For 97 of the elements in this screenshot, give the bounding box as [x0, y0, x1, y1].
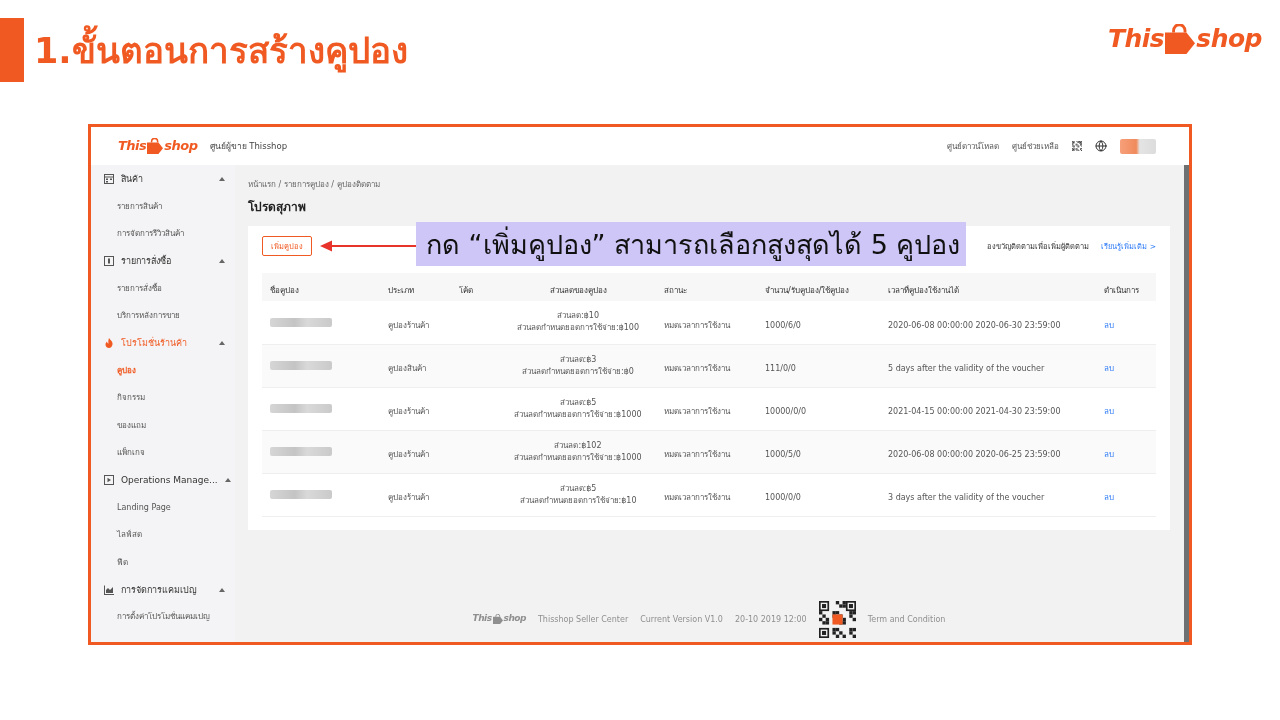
quantity-text: 10000/0/0: [765, 407, 807, 416]
footer-text: 20-10 2019 12:00: [734, 614, 807, 624]
sidebar-item[interactable]: ไลฟ์สด: [117, 528, 142, 542]
blurred-name: [270, 490, 332, 499]
coupon-type: คูปองร้านค้า: [388, 407, 429, 416]
scrollbar[interactable]: [1184, 165, 1189, 642]
validity-period: 2021-04-15 00:00:00 2021-04-30 23:59:00: [888, 407, 1061, 416]
chart-icon: [104, 584, 114, 595]
column-header: ประเภท: [388, 285, 414, 295]
coupon-type: คูปองร้านค้า: [388, 493, 429, 502]
header-link[interactable]: ศูนย์ดาวน์โหลด: [947, 139, 999, 153]
header-link[interactable]: ศูนย์ช่วยเหลือ: [1012, 139, 1059, 153]
blurred-name: [270, 317, 332, 327]
column-header: สถานะ: [664, 285, 687, 295]
status-text: หมดเวลาการใช้งาน: [664, 320, 730, 330]
callout-banner: กด “เพิ่มคูปอง” สามารถเลือกสูงสุดได้ 5 คูปอง: [416, 222, 966, 266]
minimum-spend: ส่วนลดกำหนดยอดการใช้จ่าย:฿0: [521, 365, 635, 378]
caret-up-icon[interactable]: [219, 587, 225, 592]
footer-text: Current Version V1.0: [640, 614, 723, 624]
blurred-name: [270, 404, 332, 413]
discount-amount: ส่วนลด:฿3: [558, 353, 598, 366]
blurred-name: [270, 447, 332, 456]
sidebar-item[interactable]: รายการสินค้า: [117, 199, 162, 213]
sidebar-item[interactable]: แพ็กเกจ: [117, 446, 145, 460]
quantity-text: 1000/0/0: [765, 493, 801, 502]
quantity-text: 111/0/0: [765, 364, 796, 373]
logo-text: This: [1107, 25, 1165, 53]
globe-icon[interactable]: [1095, 140, 1107, 152]
quantity-text: 1000/5/0: [765, 450, 801, 459]
minimum-spend: ส่วนลดกำหนดยอดการใช้จ่าย:฿100: [515, 322, 641, 335]
caret-up-icon[interactable]: [219, 341, 225, 346]
logo-text: This: [472, 614, 492, 624]
play-box-icon: [104, 475, 114, 485]
discount-amount: ส่วนลด:฿10: [556, 310, 600, 323]
coupon-type: คูปองสินค้า: [388, 364, 426, 373]
discount-amount: ส่วนลด:฿102: [553, 439, 603, 452]
caret-up-icon[interactable]: [219, 258, 225, 263]
coupon-type: คูปองร้านค้า: [388, 450, 429, 459]
seller-center-name: ศูนย์ผู้ขาย Thisshop: [209, 140, 288, 153]
column-header: โค้ด: [459, 285, 473, 295]
sidebar-item[interactable]: กิจกรรม: [117, 391, 145, 405]
column-header: จำนวน/รับคูปอง/ใช้คูปอง: [765, 285, 850, 295]
validity-period: 5 days after the validity of the voucher: [888, 364, 1045, 373]
delete-link[interactable]: ลบ: [1104, 320, 1114, 330]
minimum-spend: ส่วนลดกำหนดยอดการใช้จ่าย:฿1000: [513, 408, 643, 421]
discount-amount: ส่วนลด:฿5: [558, 482, 598, 495]
sidebar-section[interactable]: การจัดการแคมเปญ: [121, 582, 197, 597]
logo-text: shop: [164, 138, 198, 154]
breadcrumb[interactable]: หน้าแรก / รายการคูปอง / คูปองติดตาม: [248, 179, 1170, 191]
logo-text: shop: [503, 614, 526, 624]
calendar-icon: [104, 173, 114, 184]
sidebar-item[interactable]: ฟีด: [117, 555, 128, 569]
sidebar-item[interactable]: บริการหลังการขาย: [117, 309, 180, 323]
sidebar-item[interactable]: รายการสั่งซื้อ: [117, 281, 162, 295]
blurred-name: [270, 361, 332, 370]
logo-text: This: [118, 138, 147, 154]
flame-icon: [104, 338, 114, 349]
validity-period: 2020-06-08 00:00:00 2020-06-25 23:59:00: [888, 450, 1061, 459]
logo-text: shop: [1196, 25, 1262, 53]
delete-link[interactable]: ลบ: [1104, 450, 1114, 459]
delete-link[interactable]: ลบ: [1104, 364, 1114, 373]
sidebar-item[interactable]: การจัดการรีวิวสินค้า: [117, 226, 184, 240]
sidebar-item[interactable]: การตั้งค่าโปรโมชั่นแคมเปญ: [117, 610, 210, 624]
accent-bar: [0, 18, 24, 82]
quantity-text: 1000/6/0: [765, 320, 801, 330]
document-box-icon: [104, 255, 114, 266]
status-text: หมดเวลาการใช้งาน: [664, 407, 730, 416]
sidebar-item[interactable]: Landing Page: [117, 502, 171, 512]
column-header: ส่วนลดของคูปอง: [549, 285, 607, 295]
column-header: ชื่อคูปอง: [270, 285, 299, 295]
caret-up-icon[interactable]: [224, 478, 231, 482]
status-text: หมดเวลาการใช้งาน: [664, 364, 730, 373]
status-text: หมดเวลาการใช้งาน: [664, 450, 730, 459]
coupon-type: คูปองร้านค้า: [388, 320, 429, 330]
footer-text: Thisshop Seller Center: [537, 614, 629, 624]
sidebar-section[interactable]: รายการสั่งซื้อ: [121, 253, 171, 268]
delete-link[interactable]: ลบ: [1104, 493, 1114, 502]
qr-code-icon: [1072, 141, 1082, 151]
shopping-bag-icon: [492, 614, 503, 624]
sidebar-section[interactable]: Operations Manage...: [121, 475, 218, 485]
shopping-bag-icon: [147, 138, 164, 154]
slide-title: 1.ขั้นตอนการสร้างคูปอง: [34, 22, 408, 78]
column-header: เวลาที่คูปองใช้งานได้: [888, 285, 959, 295]
sidebar-section[interactable]: สินค้า: [121, 171, 143, 186]
delete-link[interactable]: ลบ: [1104, 407, 1114, 416]
minimum-spend: ส่วนลดกำหนดยอดการใช้จ่าย:฿1000: [513, 451, 643, 464]
minimum-spend: ส่วนลดกำหนดยอดการใช้จ่าย:฿10: [518, 494, 638, 507]
status-text: หมดเวลาการใช้งาน: [664, 493, 730, 502]
column-header: ดำเนินการ: [1104, 285, 1139, 295]
qr-code-icon: [818, 600, 856, 638]
sidebar-item[interactable]: ของแถม: [117, 418, 146, 432]
validity-period: 3 days after the validity of the voucher: [888, 493, 1045, 502]
page-title: โปรดสุภาพ: [248, 200, 307, 214]
discount-amount: ส่วนลด:฿5: [558, 396, 598, 409]
shopping-bag-icon: [1165, 24, 1196, 54]
validity-period: 2020-06-08 00:00:00 2020-06-30 23:59:00: [888, 320, 1061, 330]
caret-up-icon[interactable]: [219, 176, 225, 181]
